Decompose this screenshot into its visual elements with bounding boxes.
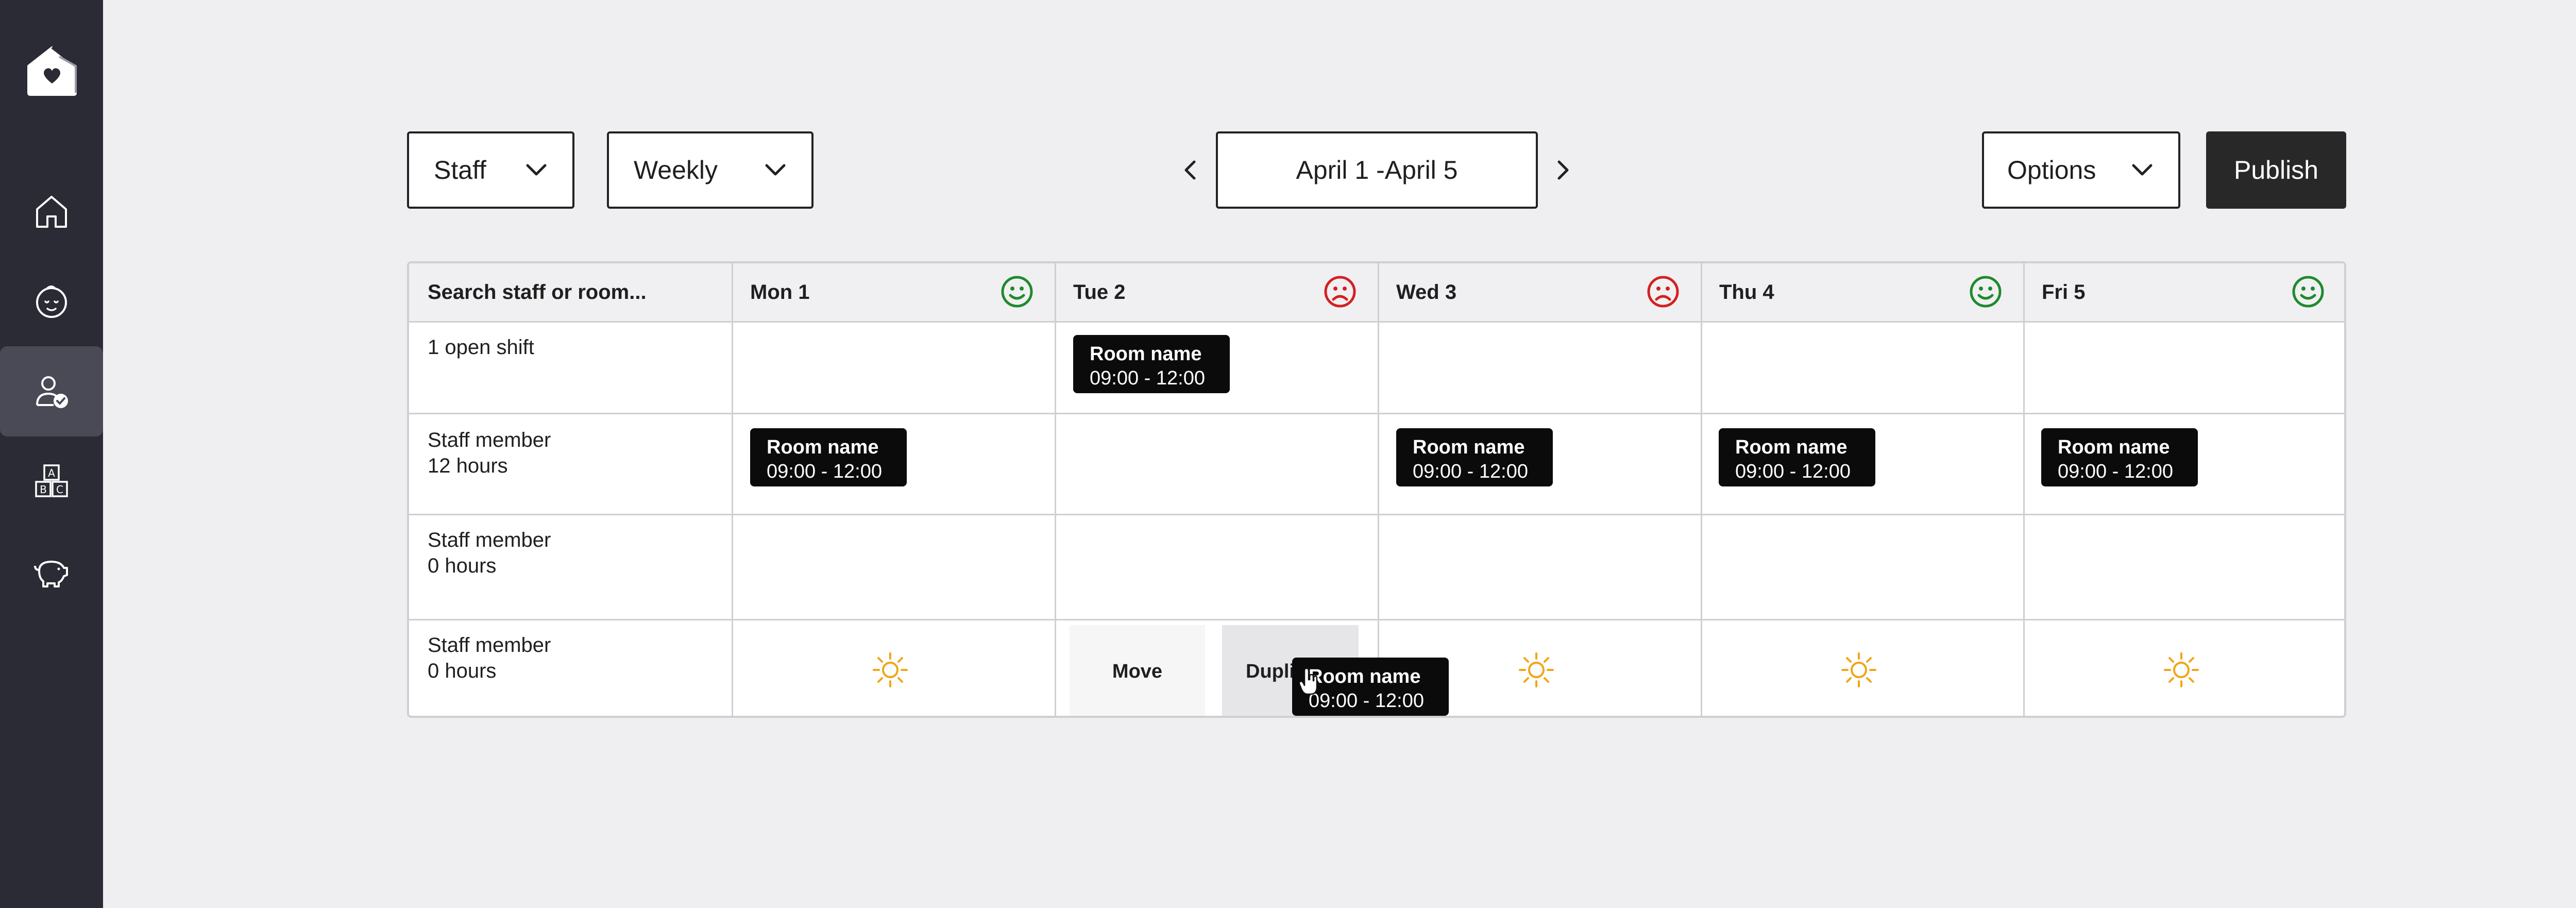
shift-chip[interactable]: Room name 09:00 - 12:00 xyxy=(2041,428,2198,486)
row-hours: 0 hours xyxy=(428,660,497,682)
svg-text:A: A xyxy=(48,467,55,479)
shift-chip[interactable]: Room name 09:00 - 12:00 xyxy=(1719,428,1875,486)
shift-time: 09:00 - 12:00 xyxy=(1090,367,1205,389)
abc-blocks-icon: A B C xyxy=(35,464,68,497)
sun-icon[interactable] xyxy=(872,651,909,688)
home-icon xyxy=(36,195,67,228)
row-label-staff: Staff member 12 hours xyxy=(428,427,551,479)
period-dropdown-label: Weekly xyxy=(634,156,718,184)
options-dropdown-label: Options xyxy=(2007,156,2096,184)
row-label-staff: Staff member 0 hours xyxy=(428,527,551,579)
date-range-display[interactable]: April 1 -April 5 xyxy=(1216,131,1538,209)
search-placeholder: Search staff or room... xyxy=(428,280,647,304)
shift-chip[interactable]: Room name 09:00 - 12:00 xyxy=(750,428,907,486)
app-window: A B C Staff Weekly April 1 -April 5 Opti… xyxy=(0,0,2576,908)
shift-time: 09:00 - 12:00 xyxy=(1309,690,1424,712)
chevron-left-icon xyxy=(1184,160,1196,180)
chevron-down-icon xyxy=(526,164,547,176)
smiley-icon xyxy=(1970,276,2002,308)
nav-children[interactable] xyxy=(0,256,103,346)
date-range-label: April 1 -April 5 xyxy=(1296,156,1458,184)
row-label-open-shift: 1 open shift xyxy=(428,334,534,360)
shift-room: Room name xyxy=(767,436,879,458)
previous-week-button[interactable] xyxy=(1175,155,1206,186)
day-label: Tue 2 xyxy=(1073,280,1126,304)
sun-icon[interactable] xyxy=(2163,651,2200,688)
day-label: Fri 5 xyxy=(2042,280,2086,304)
child-face-icon xyxy=(36,285,67,318)
nav-learning[interactable]: A B C xyxy=(0,436,103,527)
smiley-icon xyxy=(2292,276,2324,308)
piggy-bank-icon xyxy=(34,560,68,587)
staff-check-icon xyxy=(36,376,68,408)
shift-room: Room name xyxy=(1735,436,1848,458)
next-week-button[interactable] xyxy=(1548,155,1579,186)
nav-staff[interactable] xyxy=(0,346,103,436)
shift-time: 09:00 - 12:00 xyxy=(767,461,882,482)
options-dropdown[interactable]: Options xyxy=(1982,131,2180,209)
shift-room: Room name xyxy=(1309,666,1421,687)
chevron-down-icon xyxy=(2132,164,2153,176)
logo-house-heart-icon[interactable] xyxy=(23,41,81,99)
shift-chip[interactable]: Room name 09:00 - 12:00 xyxy=(1396,428,1553,486)
shift-time: 09:00 - 12:00 xyxy=(1413,461,1528,482)
nav-home[interactable] xyxy=(0,166,103,256)
hand-cursor-icon xyxy=(1298,667,1318,695)
day-label: Mon 1 xyxy=(750,280,810,304)
shift-room: Room name xyxy=(1413,436,1525,458)
row-hours: 0 hours xyxy=(428,554,497,577)
schedule-grid: Search staff or room... Mon 1 Tue 2 Wed … xyxy=(407,261,2346,718)
row-title: Staff member xyxy=(428,529,551,551)
frown-icon xyxy=(1324,276,1356,308)
row-title: Staff member xyxy=(428,429,551,451)
publish-button-label: Publish xyxy=(2234,156,2318,184)
chevron-down-icon xyxy=(765,164,786,176)
row-hours: 12 hours xyxy=(428,455,508,477)
shift-chip[interactable]: Room name 09:00 - 12:00 xyxy=(1073,335,1230,393)
frown-icon xyxy=(1647,276,1679,308)
sidebar: A B C xyxy=(0,0,103,908)
shift-time: 09:00 - 12:00 xyxy=(2058,461,2173,482)
day-label: Thu 4 xyxy=(1719,280,1774,304)
shift-room: Room name xyxy=(2058,436,2170,458)
duplicate-label: Dupli xyxy=(1246,660,1295,682)
svg-text:C: C xyxy=(56,483,63,496)
row-label-staff: Staff member 0 hours xyxy=(428,632,551,684)
svg-text:B: B xyxy=(40,483,47,496)
chevron-right-icon xyxy=(1557,160,1569,180)
shift-room: Room name xyxy=(1090,343,1202,365)
move-label: Move xyxy=(1112,660,1163,682)
publish-button[interactable]: Publish xyxy=(2206,131,2346,209)
row-title: 1 open shift xyxy=(428,336,534,359)
staff-dropdown[interactable]: Staff xyxy=(407,131,574,209)
period-dropdown[interactable]: Weekly xyxy=(607,131,814,209)
day-label: Wed 3 xyxy=(1396,280,1457,304)
smiley-icon xyxy=(1001,276,1033,308)
sun-icon[interactable] xyxy=(1840,651,1877,688)
shift-time: 09:00 - 12:00 xyxy=(1735,461,1851,482)
search-staff-input[interactable]: Search staff or room... xyxy=(409,263,732,321)
row-title: Staff member xyxy=(428,634,551,657)
move-drop-target[interactable]: Move xyxy=(1070,625,1205,716)
staff-dropdown-label: Staff xyxy=(434,156,486,184)
sun-icon[interactable] xyxy=(1518,651,1555,688)
nav-finance[interactable] xyxy=(0,527,103,617)
